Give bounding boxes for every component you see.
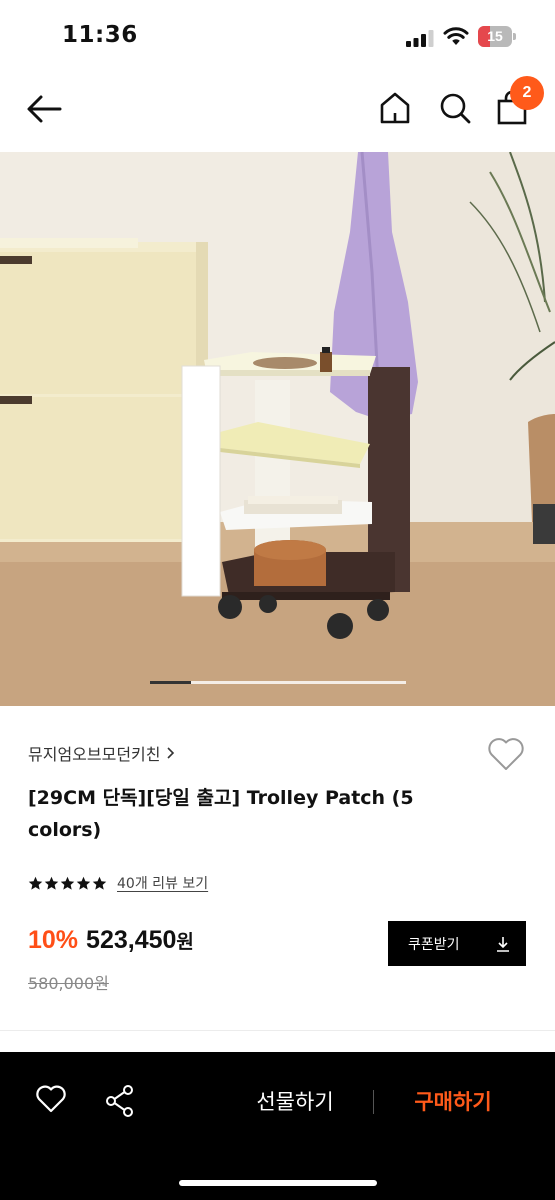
home-icon[interactable] (378, 91, 412, 125)
battery-indicator: 15 (478, 26, 516, 47)
cart-count-badge: 2 (510, 76, 544, 110)
review-link[interactable]: 40개 리뷰 보기 (117, 873, 208, 893)
brand-link[interactable]: 뮤지엄오브모던키친 (28, 741, 176, 765)
rating-row: 40개 리뷰 보기 (28, 872, 208, 894)
wifi-icon (443, 27, 469, 45)
top-navigation-bar: 2 (0, 74, 555, 152)
heart-icon[interactable] (35, 1084, 67, 1114)
product-photo (0, 152, 555, 706)
cellular-signal-icon (406, 30, 434, 47)
download-icon (497, 936, 509, 952)
star-icon (92, 876, 107, 890)
star-icon (28, 876, 43, 890)
original-price: 580,000원 (28, 974, 109, 993)
coupon-button[interactable]: 쿠폰받기 (388, 921, 526, 966)
product-title: [29CM 단독][당일 출고] Trolley Patch (5 colors… (28, 787, 414, 841)
price-row: 10% 523,450 원 (28, 926, 194, 962)
back-arrow-icon[interactable] (26, 94, 62, 124)
gift-button[interactable]: 선물하기 (235, 1082, 355, 1122)
coupon-label: 쿠폰받기 (408, 936, 460, 953)
product-image-carousel[interactable] (0, 152, 555, 706)
brand-name: 뮤지엄오브모던키친 (28, 745, 161, 764)
price-unit: 원 (176, 931, 194, 953)
star-icon (76, 876, 91, 890)
status-bar: 11:36 15 (0, 0, 555, 74)
button-separator (373, 1090, 374, 1114)
home-indicator[interactable] (179, 1180, 377, 1186)
battery-percentage: 15 (487, 28, 503, 44)
section-divider (0, 1030, 555, 1031)
wishlist-heart-icon[interactable] (487, 736, 525, 772)
bottom-action-bar: 선물하기 구매하기 (0, 1052, 555, 1200)
status-time: 11:36 (62, 22, 138, 48)
star-icon (60, 876, 75, 890)
chevron-right-icon (167, 747, 175, 759)
star-icon (44, 876, 59, 890)
search-icon[interactable] (438, 91, 472, 125)
star-rating (28, 876, 107, 891)
sale-price: 523,450 (86, 926, 177, 954)
buy-button[interactable]: 구매하기 (393, 1082, 513, 1122)
share-icon[interactable] (104, 1084, 136, 1118)
carousel-progress-indicator (150, 681, 191, 684)
discount-rate: 10% (28, 926, 79, 954)
carousel-progress-track (150, 681, 406, 684)
